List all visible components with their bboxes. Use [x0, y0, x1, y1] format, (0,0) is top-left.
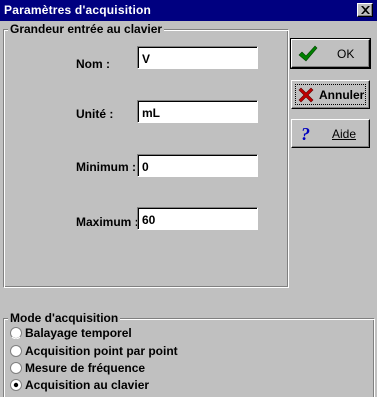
- unit-field[interactable]: [137, 100, 258, 123]
- close-button[interactable]: [357, 3, 373, 17]
- radio-unchecked-icon: [10, 362, 22, 374]
- svg-text:?: ?: [301, 125, 310, 143]
- radio-unchecked-icon: [10, 345, 22, 357]
- radio-label: Acquisition point par point: [25, 344, 178, 358]
- input-group-legend: Grandeur entrée au clavier: [8, 22, 165, 36]
- checkmark-icon: [298, 45, 318, 62]
- title-bar: Paramètres d'acquisition: [0, 0, 377, 21]
- ok-button[interactable]: OK: [290, 38, 371, 69]
- ok-label: OK: [337, 47, 355, 61]
- cancel-button[interactable]: Annuler: [291, 80, 370, 109]
- radio-label: Mesure de fréquence: [25, 361, 146, 375]
- minimum-field[interactable]: [137, 154, 258, 177]
- window-title: Paramètres d'acquisition: [4, 3, 152, 17]
- radio-unchecked-icon: [10, 327, 22, 339]
- help-label: Aide: [332, 127, 357, 141]
- name-field[interactable]: [137, 46, 258, 69]
- minimum-label: Minimum :: [76, 160, 136, 174]
- close-icon: [361, 6, 370, 14]
- maximum-field[interactable]: [137, 207, 258, 230]
- cross-icon: [298, 87, 314, 103]
- maximum-label: Maximum :: [76, 215, 139, 229]
- radio-label: Balayage temporel: [25, 326, 132, 340]
- radio-label: Acquisition au clavier: [25, 378, 150, 392]
- unit-label: Unité :: [76, 107, 114, 121]
- name-label: Nom :: [76, 57, 110, 71]
- help-button[interactable]: ? Aide: [291, 119, 370, 148]
- radio-checked-icon: [10, 379, 22, 391]
- cancel-label: Annuler: [319, 88, 365, 102]
- mode-group-legend: Mode d'acquisition: [8, 311, 121, 325]
- question-icon: ?: [301, 125, 310, 143]
